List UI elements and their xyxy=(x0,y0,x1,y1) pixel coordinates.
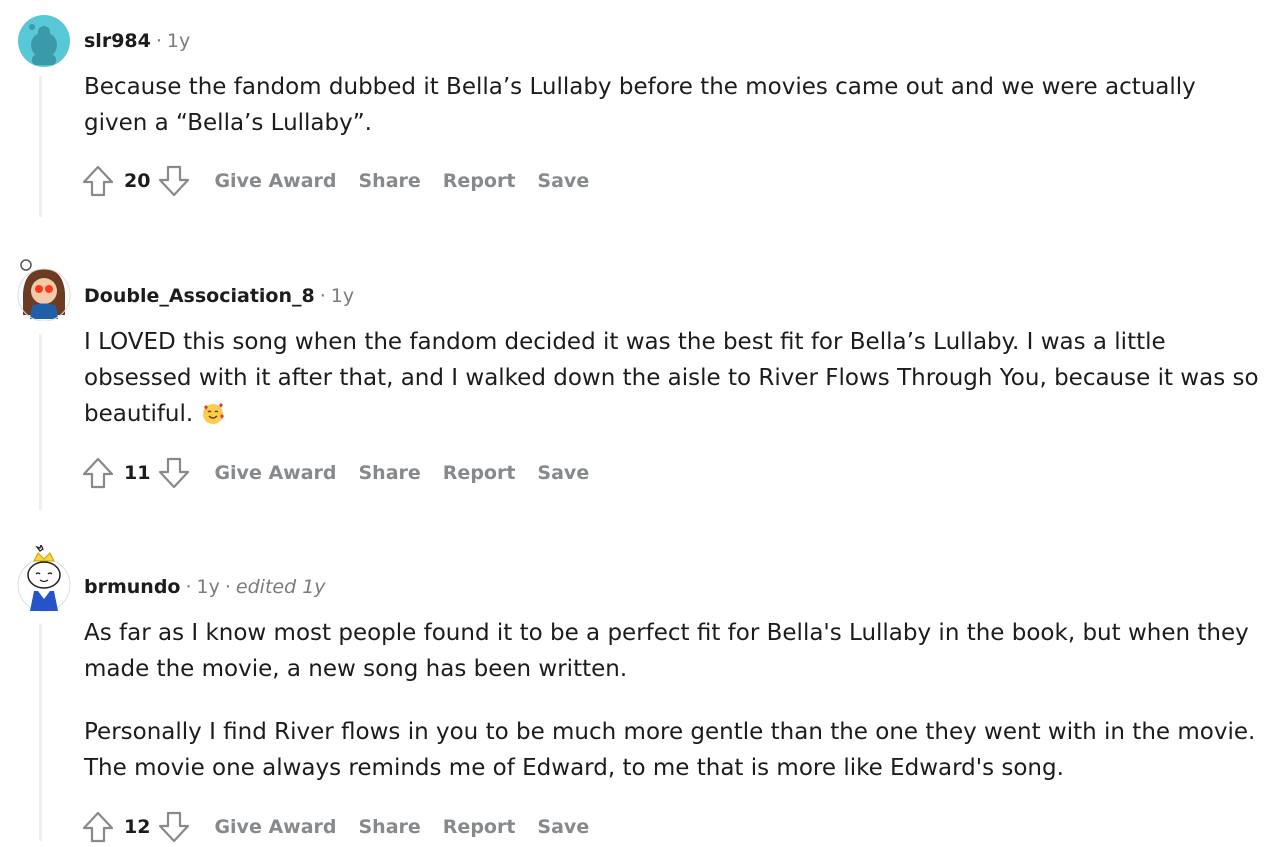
save-button[interactable]: Save xyxy=(537,170,589,192)
comment-time[interactable]: 1y xyxy=(331,285,354,307)
comment-text: I LOVED this song when the fandom decide… xyxy=(84,329,1259,427)
vote-score: 11 xyxy=(124,462,151,484)
comment-meta-3: brmundo · 1y · edited 1y xyxy=(84,575,326,599)
comment-time[interactable]: 1y xyxy=(197,576,220,598)
give-award-button[interactable]: Give Award xyxy=(214,170,336,192)
comment-paragraph: As far as I know most people found it to… xyxy=(84,620,1249,682)
user-avatar-1[interactable] xyxy=(18,15,70,67)
comment-author[interactable]: brmundo xyxy=(84,576,180,598)
share-button[interactable]: Share xyxy=(359,170,421,192)
upvote-arrow-icon[interactable] xyxy=(80,162,116,200)
user-avatar-2[interactable] xyxy=(17,257,71,321)
downvote-arrow-icon[interactable] xyxy=(156,454,192,492)
comment-meta-1: slr984 · 1y xyxy=(84,29,190,53)
comment-time[interactable]: 1y xyxy=(167,30,190,52)
vote-score: 12 xyxy=(124,816,151,838)
comment-body-3: As far as I know most people found it to… xyxy=(84,615,1264,786)
give-award-button[interactable]: Give Award xyxy=(214,816,336,838)
meta-separator: · xyxy=(224,576,231,598)
thread-line-3[interactable] xyxy=(39,624,42,841)
report-button[interactable]: Report xyxy=(443,170,516,192)
upvote-arrow-icon[interactable] xyxy=(80,808,116,846)
give-award-button[interactable]: Give Award xyxy=(214,462,336,484)
comment-paragraph: Because the fandom dubbed it Bella’s Lul… xyxy=(84,74,1196,136)
smiling-face-with-hearts-icon xyxy=(202,403,224,424)
comment-actions-2: 11 Give Award Share Report Save xyxy=(80,453,589,493)
edited-label: edited 1y xyxy=(235,576,326,598)
meta-separator: · xyxy=(185,576,192,598)
thread-line-1[interactable] xyxy=(39,76,42,217)
meta-separator: · xyxy=(319,285,326,307)
comment-body-2: I LOVED this song when the fandom decide… xyxy=(84,324,1264,432)
save-button[interactable]: Save xyxy=(537,462,589,484)
comment-actions-3: 12 Give Award Share Report Save xyxy=(80,807,589,847)
meta-separator: · xyxy=(155,30,162,52)
user-avatar-3[interactable] xyxy=(16,545,72,613)
thread-line-2[interactable] xyxy=(39,334,42,510)
share-button[interactable]: Share xyxy=(359,462,421,484)
share-button[interactable]: Share xyxy=(359,816,421,838)
comment-paragraph: I LOVED this song when the fandom decide… xyxy=(84,324,1264,432)
save-button[interactable]: Save xyxy=(537,816,589,838)
comment-meta-2: Double_Association_8 · 1y xyxy=(84,284,354,308)
upvote-arrow-icon[interactable] xyxy=(80,454,116,492)
comment-author[interactable]: slr984 xyxy=(84,30,151,52)
comment-actions-1: 20 Give Award Share Report Save xyxy=(80,161,589,201)
downvote-arrow-icon[interactable] xyxy=(156,162,192,200)
comment-author[interactable]: Double_Association_8 xyxy=(84,285,315,307)
vote-score: 20 xyxy=(124,170,151,192)
report-button[interactable]: Report xyxy=(443,816,516,838)
comment-paragraph: Personally I find River flows in you to … xyxy=(84,719,1256,781)
report-button[interactable]: Report xyxy=(443,462,516,484)
comment-body-1: Because the fandom dubbed it Bella’s Lul… xyxy=(84,69,1264,141)
downvote-arrow-icon[interactable] xyxy=(156,808,192,846)
